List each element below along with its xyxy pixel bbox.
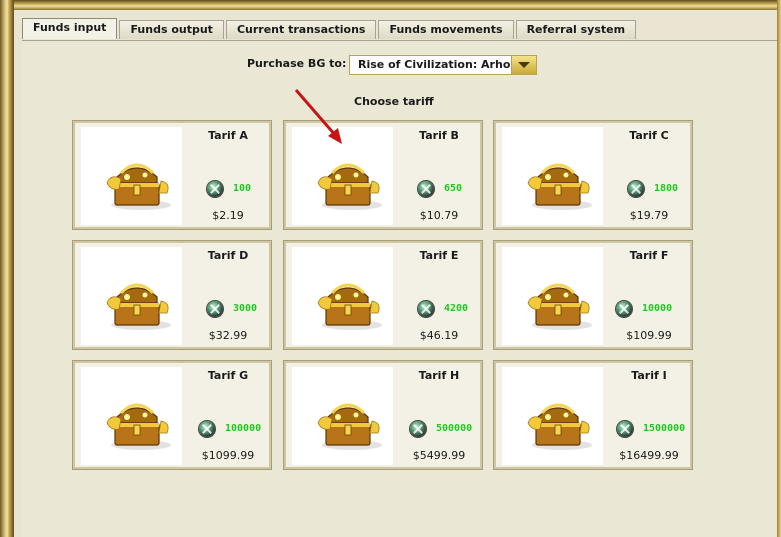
tariff-name: Tarif C (629, 129, 669, 142)
tariff-image (292, 367, 393, 465)
bg-coin-icon (207, 301, 223, 317)
tariff-amount: 10000 (642, 303, 673, 314)
tariff-name: Tarif A (208, 129, 248, 142)
tariff-name: Tarif F (629, 249, 669, 262)
tariff-image (81, 367, 182, 465)
tariff-card[interactable]: Tarif C 1800 $19.79 (493, 120, 693, 230)
tariff-price: $1099.99 (201, 449, 255, 462)
tariff-price: $46.19 (419, 329, 459, 342)
treasure-chest-icon (101, 159, 173, 211)
tariff-amount: 100000 (225, 423, 262, 434)
tab-funds-output[interactable]: Funds output (119, 20, 224, 39)
tariff-card[interactable]: Tarif G 100000 $1099.99 (72, 360, 272, 470)
tariff-image (502, 127, 603, 225)
tariff-image (81, 127, 182, 225)
tariff-name: Tarif D (207, 249, 249, 262)
tariff-card[interactable]: Tarif D 3000 $32.99 (72, 240, 272, 350)
tab-bar: Funds input Funds output Current transac… (22, 18, 638, 40)
tariff-amount: 650 (444, 183, 463, 194)
tariff-amount: 500000 (436, 423, 473, 434)
red-pointer-arrow (294, 89, 342, 144)
game-select[interactable]: Rise of Civilization: Arhon (349, 55, 537, 75)
bg-coin-icon (418, 301, 434, 317)
tariff-amount: 4200 (444, 303, 469, 314)
frame-right-border (777, 0, 781, 537)
tariff-card[interactable]: Tarif H 500000 $5499.99 (283, 360, 483, 470)
tariff-price: $32.99 (208, 329, 248, 342)
tariff-amount: 3000 (233, 303, 258, 314)
bg-coin-icon (199, 421, 215, 437)
treasure-chest-icon (101, 399, 173, 451)
treasure-chest-icon (312, 399, 384, 451)
tariff-name: Tarif I (631, 369, 667, 382)
tariff-price: $16499.99 (619, 449, 679, 462)
tariff-card[interactable]: Tarif F 10000 $109.99 (493, 240, 693, 350)
bg-coin-icon (410, 421, 426, 437)
dropdown-arrow-icon[interactable] (511, 56, 536, 74)
choose-tariff-label: Choose tariff (354, 95, 434, 108)
tariff-price: $19.79 (629, 209, 669, 222)
tariff-image (292, 247, 393, 345)
tab-referral-system[interactable]: Referral system (515, 20, 637, 39)
treasure-chest-icon (312, 159, 384, 211)
frame-top-border (0, 0, 781, 10)
tariff-image (502, 247, 603, 345)
treasure-chest-icon (522, 159, 594, 211)
treasure-chest-icon (522, 399, 594, 451)
tariff-image (502, 367, 603, 465)
tariff-price: $10.79 (419, 209, 459, 222)
tab-divider (22, 40, 777, 41)
tariff-image (81, 247, 182, 345)
tariff-amount: 1800 (654, 183, 679, 194)
tariff-amount: 1500000 (643, 423, 686, 434)
bg-coin-icon (617, 421, 633, 437)
treasure-chest-icon (522, 279, 594, 331)
treasure-chest-icon (312, 279, 384, 331)
tab-funds-movements[interactable]: Funds movements (378, 20, 514, 39)
tab-current-transactions[interactable]: Current transactions (225, 20, 377, 39)
tariff-name: Tarif H (418, 369, 460, 382)
treasure-chest-icon (101, 279, 173, 331)
game-select-value: Rise of Civilization: Arhon (358, 58, 519, 71)
frame-left-border (0, 0, 14, 537)
tariff-price: $5499.99 (412, 449, 466, 462)
tariff-price: $109.99 (626, 329, 672, 342)
tariff-card[interactable]: Tarif I 1500000 $16499.99 (493, 360, 693, 470)
purchase-label: Purchase BG to: (247, 57, 347, 70)
tariff-name: Tarif E (419, 249, 459, 262)
tariff-card[interactable]: Tarif E 4200 $46.19 (283, 240, 483, 350)
bg-coin-icon (207, 181, 223, 197)
bg-coin-icon (628, 181, 644, 197)
tariff-price: $2.19 (212, 209, 244, 222)
tariff-amount: 100 (233, 183, 252, 194)
tariff-name: Tarif G (207, 369, 249, 382)
tariff-card[interactable]: Tarif A 100 $2.19 (72, 120, 272, 230)
tariff-name: Tarif B (419, 129, 459, 142)
bg-coin-icon (616, 301, 632, 317)
bg-coin-icon (418, 181, 434, 197)
tab-funds-input[interactable]: Funds input (22, 18, 118, 39)
